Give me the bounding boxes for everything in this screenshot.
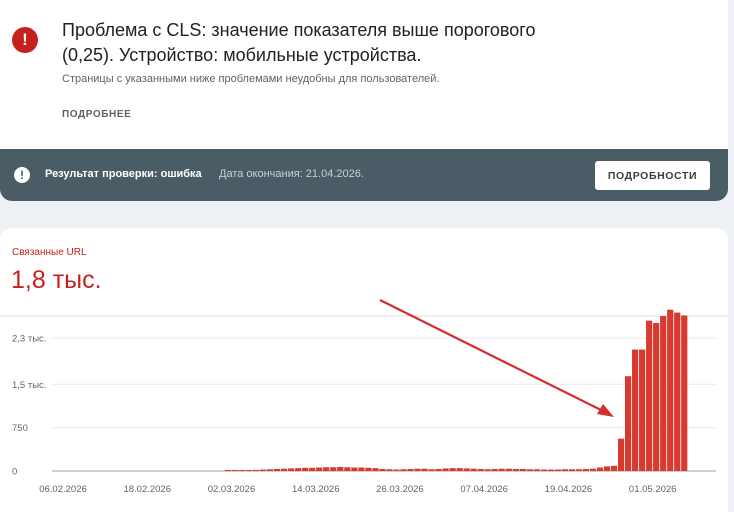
bar[interactable] — [589, 468, 597, 471]
bar[interactable] — [379, 468, 386, 471]
bar[interactable] — [646, 320, 653, 471]
bar[interactable] — [245, 470, 253, 471]
bar[interactable] — [596, 467, 604, 471]
bar[interactable] — [442, 468, 449, 471]
bar[interactable] — [421, 468, 428, 471]
learn-more-link[interactable]: ПОДРОБНЕЕ — [62, 109, 131, 120]
bar[interactable] — [295, 468, 302, 471]
bar[interactable] — [302, 467, 309, 471]
bar[interactable] — [653, 322, 660, 471]
bar[interactable] — [674, 312, 681, 471]
x-tick-label: 07.04.2026 — [460, 484, 508, 495]
bar[interactable] — [259, 469, 267, 471]
bar[interactable] — [540, 469, 547, 471]
bar[interactable] — [610, 465, 618, 471]
y-tick-label: 750 — [12, 423, 28, 434]
bar[interactable] — [491, 468, 498, 471]
bar[interactable] — [660, 316, 667, 471]
bar[interactable] — [414, 468, 421, 471]
bar[interactable] — [533, 469, 540, 471]
bar[interactable] — [344, 467, 351, 471]
issue-title: Проблема с CLS: значение показателя выше… — [62, 20, 536, 65]
bar[interactable] — [372, 468, 379, 471]
bar[interactable] — [632, 349, 639, 471]
bar[interactable] — [667, 309, 674, 471]
bar[interactable] — [281, 468, 288, 471]
bar[interactable] — [435, 468, 442, 471]
bar[interactable] — [575, 469, 583, 471]
bar[interactable] — [561, 469, 569, 471]
bar[interactable] — [252, 469, 260, 471]
bar[interactable] — [393, 469, 400, 471]
bar[interactable] — [337, 466, 344, 471]
details-button[interactable]: ПОДРОБНОСТИ — [595, 161, 710, 190]
issue-card: ! Проблема с CLS: значение показателя вы… — [0, 0, 728, 201]
bar[interactable] — [519, 468, 526, 471]
annotation-arrow — [379, 299, 614, 417]
x-tick-label: 14.03.2026 — [292, 484, 340, 495]
bar[interactable] — [400, 469, 407, 471]
bar[interactable] — [625, 376, 632, 471]
bar[interactable] — [386, 469, 393, 471]
chart-card: Связанные URL 1,8 тыс. 0 750 1,5 тыс. 2,3 т… — [0, 228, 728, 512]
bar[interactable] — [231, 470, 239, 471]
bar[interactable] — [603, 466, 611, 471]
bar[interactable] — [309, 467, 316, 471]
validation-end-date: Дата окончания: 21.04.2026. — [219, 168, 364, 180]
bar[interactable] — [484, 469, 491, 471]
validation-result: Результат проверки: ошибка — [45, 168, 202, 180]
y-tick-label: 1,5 тыс. — [12, 380, 46, 391]
bar[interactable] — [639, 349, 646, 471]
bar[interactable] — [358, 467, 365, 471]
bar[interactable] — [582, 468, 590, 471]
bar[interactable] — [238, 470, 246, 471]
validation-status-bar: ! Результат проверки: ошибка Дата оконча… — [0, 149, 728, 201]
info-icon: ! — [14, 167, 30, 183]
bar[interactable] — [498, 468, 505, 471]
bar[interactable] — [266, 469, 274, 471]
bar[interactable] — [351, 467, 358, 471]
bar[interactable] — [428, 469, 435, 471]
bar[interactable] — [224, 470, 232, 471]
bar[interactable] — [274, 468, 281, 471]
x-tick-label: 01.05.2026 — [629, 484, 677, 495]
x-tick-label: 19.04.2026 — [545, 484, 593, 495]
bar[interactable] — [547, 469, 554, 471]
x-tick-label: 06.02.2026 — [39, 484, 87, 495]
bar[interactable] — [512, 468, 519, 471]
bar[interactable] — [554, 469, 561, 471]
y-tick-label: 0 — [12, 467, 17, 478]
bar[interactable] — [365, 467, 372, 471]
error-icon: ! — [12, 27, 38, 53]
bar[interactable] — [505, 468, 512, 471]
bar[interactable] — [477, 468, 484, 471]
bar[interactable] — [407, 468, 414, 471]
bar[interactable] — [456, 468, 463, 471]
bar[interactable] — [288, 468, 295, 471]
x-tick-label: 02.03.2026 — [208, 484, 256, 495]
bar[interactable] — [617, 438, 625, 471]
issue-description: Страницы с указанными ниже проблемами не… — [62, 73, 440, 85]
affected-urls-chart: 0 750 1,5 тыс. 2,3 тыс. 06.02.2026 18.02.2026… — [0, 299, 728, 495]
bar[interactable] — [316, 467, 323, 471]
bar[interactable] — [463, 468, 470, 471]
x-tick-label: 18.02.2026 — [123, 484, 171, 495]
bar[interactable] — [449, 468, 456, 471]
bar[interactable] — [470, 468, 477, 471]
bar[interactable] — [323, 467, 330, 471]
bar[interactable] — [330, 467, 337, 471]
bar[interactable] — [568, 469, 576, 471]
bar[interactable] — [526, 469, 533, 471]
bar[interactable] — [681, 315, 688, 471]
y-tick-label: 2,3 тыс. — [12, 334, 46, 345]
x-tick-label: 26.03.2026 — [376, 484, 424, 495]
